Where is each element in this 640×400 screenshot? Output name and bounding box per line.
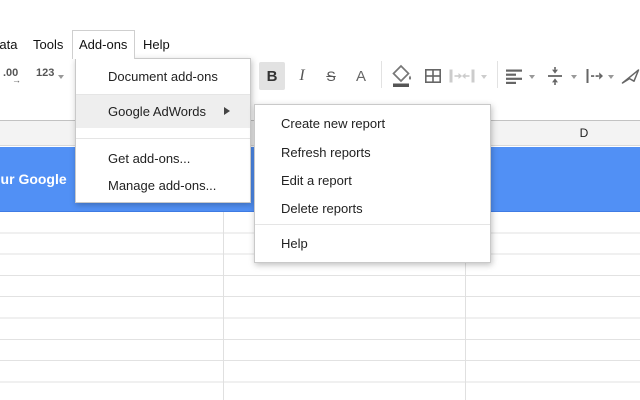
menubar-addons-label: Add-ons (79, 37, 127, 52)
column-header-d[interactable]: D (574, 126, 594, 140)
text-wrap-caret-icon[interactable] (608, 75, 614, 79)
insert-comment-icon (620, 67, 640, 85)
adwords-submenu: Create new report Refresh reports Edit a… (254, 104, 491, 263)
addons-menu: Document add-ons Google AdWords Get add-… (75, 58, 251, 203)
menu-separator (76, 138, 250, 139)
vertical-align-icon (547, 67, 563, 85)
insert-comment-button[interactable] (618, 62, 640, 90)
vertical-align-caret-icon[interactable] (571, 75, 577, 79)
menubar-item-tools[interactable]: Tools (33, 37, 63, 52)
submenu-item-help[interactable]: Help (255, 229, 490, 259)
text-color-label: A (356, 68, 366, 85)
merge-cells-caret-icon (481, 75, 487, 79)
borders-button[interactable] (421, 62, 445, 90)
horizontal-align-button[interactable] (504, 62, 526, 90)
increase-decimal-arrow-icon: → (12, 75, 21, 85)
horizontal-align-caret-icon[interactable] (529, 75, 535, 79)
toolbar-divider (497, 61, 498, 88)
bold-label: B (267, 68, 278, 85)
toolbar-divider (381, 61, 382, 88)
google-sheets-window: Data Tools Add-ons Help .00 → 123 B I S … (0, 0, 640, 400)
menu-item-google-adwords[interactable]: Google AdWords (76, 95, 250, 128)
banner-text: our Google (0, 147, 67, 211)
menubar-item-help[interactable]: Help (143, 37, 170, 52)
strikethrough-button[interactable]: S (318, 62, 344, 90)
submenu-item-refresh-reports[interactable]: Refresh reports (255, 139, 490, 167)
merge-cells-icon (449, 68, 475, 84)
submenu-arrow-icon (224, 107, 230, 115)
vertical-align-button[interactable] (544, 62, 566, 90)
italic-button[interactable]: I (289, 62, 315, 90)
menu-separator (255, 224, 490, 225)
menubar-item-data[interactable]: Data (0, 37, 17, 52)
merge-cells-button-disabled (448, 62, 476, 90)
submenu-item-edit-a-report[interactable]: Edit a report (255, 167, 490, 195)
column-gridline (223, 212, 224, 400)
fill-color-icon (390, 64, 412, 88)
fill-color-button[interactable] (389, 62, 413, 90)
horizontal-align-icon (506, 69, 524, 84)
number-format-caret-icon[interactable] (58, 75, 64, 79)
submenu-item-create-new-report[interactable]: Create new report (255, 109, 490, 139)
bold-button[interactable]: B (259, 62, 285, 90)
menu-item-document-addons: Document add-ons (76, 59, 250, 94)
text-color-button[interactable]: A (348, 62, 374, 90)
number-format-button[interactable]: 123 (36, 67, 54, 79)
italic-label: I (299, 67, 304, 85)
text-wrap-icon (585, 68, 603, 84)
submenu-item-delete-reports[interactable]: Delete reports (255, 195, 490, 223)
menubar-item-addons-open[interactable]: Add-ons (72, 30, 135, 59)
strikethrough-label: S (326, 68, 335, 84)
text-wrap-button[interactable] (583, 62, 605, 90)
menu-item-manage-addons[interactable]: Manage add-ons... (76, 172, 250, 199)
borders-icon (424, 67, 442, 85)
menu-item-get-addons[interactable]: Get add-ons... (76, 145, 250, 172)
google-adwords-label: Google AdWords (108, 104, 206, 119)
